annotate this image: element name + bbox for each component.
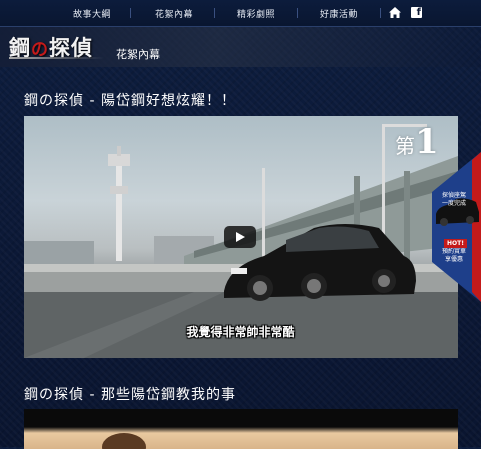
video-player[interactable]	[24, 409, 458, 449]
nav-divider	[380, 8, 381, 18]
badge-prefix: 第	[395, 134, 415, 158]
ad-background	[432, 152, 481, 302]
side-ad-banner[interactable]: 探偵座駕 一度完成 預約賞車 享優惠	[432, 152, 481, 302]
ad-line: 一度完成	[441, 200, 466, 207]
ad-line: 預約賞車	[441, 248, 466, 255]
nav-item-behind-scenes[interactable]: 花絮內幕	[155, 7, 193, 20]
video-subtitle: 我覺得非常帥非常酷	[186, 325, 295, 339]
video-title: 鋼の探偵 - 陽岱鋼好想炫耀！！	[24, 93, 236, 109]
section-title: 花絮內幕	[116, 48, 160, 61]
nav-item-stills[interactable]: 精彩劇照	[237, 7, 275, 20]
hot-badge: HOT!	[444, 239, 467, 248]
nav-item-events[interactable]: 好康活動	[320, 7, 358, 20]
nav-item-story[interactable]: 故事大綱	[73, 7, 111, 20]
facebook-icon[interactable]: f	[411, 7, 422, 18]
play-icon[interactable]	[224, 226, 256, 248]
video-title: 鋼の探偵 - 那些陽岱鋼教我的事	[24, 387, 236, 403]
video-frame	[102, 433, 146, 449]
nav-divider	[130, 8, 131, 18]
nav-divider	[297, 8, 298, 18]
logo-underline	[9, 57, 104, 59]
top-nav: 故事大綱 花絮內幕 精彩劇照 好康活動 f	[0, 0, 481, 27]
nav-divider	[214, 8, 215, 18]
ad-line: 享優惠	[444, 256, 463, 263]
home-icon[interactable]	[389, 7, 401, 18]
ad-line: 探偵座駕	[441, 192, 466, 199]
